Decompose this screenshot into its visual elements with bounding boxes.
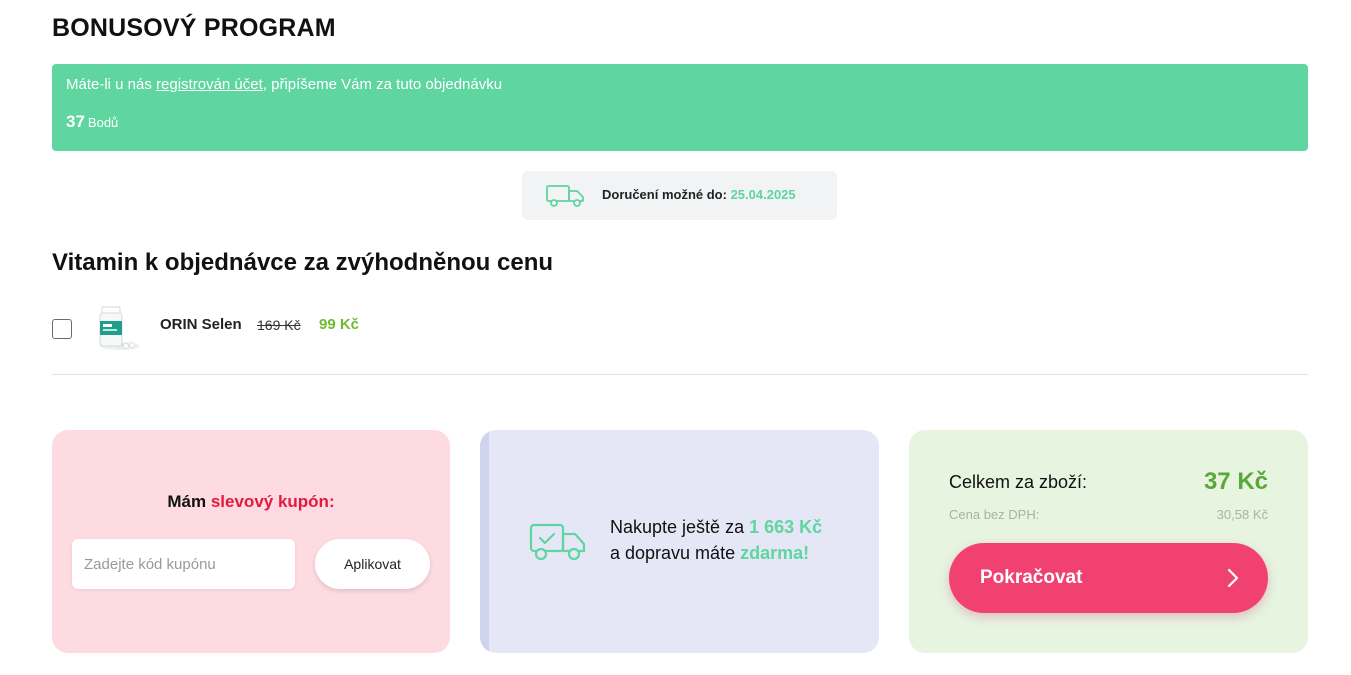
apply-coupon-button[interactable]: Aplikovat: [315, 539, 430, 589]
product-checkbox[interactable]: [52, 319, 72, 339]
product-image: [99, 306, 140, 350]
bonus-program-heading: BONUSOVÝ PROGRAM: [52, 14, 336, 42]
product-new-price: 99 Kč: [319, 316, 360, 333]
total-label: Celkem za zboží:: [949, 472, 1088, 492]
coupon-code-input[interactable]: [72, 539, 295, 589]
total-value: 37 Kč: [1203, 468, 1268, 495]
card-accent-stripe: [480, 430, 489, 653]
remaining-amount: 1 663 Kč: [749, 517, 823, 537]
chevron-right-icon: [1227, 568, 1239, 588]
upsell-heading: Vitamin k objednávce za zvýhodněnou cenu: [52, 249, 554, 276]
coupon-card: Mám slevový kupón: Aplikovat: [52, 430, 450, 653]
continue-label: Pokračovat: [980, 567, 1083, 588]
order-summary-card: Celkem za zboží: 37 Kč Cena bez DPH: 30,…: [909, 430, 1308, 653]
free-shipping-line2: a dopravu máte zdarma!: [610, 543, 810, 563]
net-price-label: Cena bez DPH:: [949, 507, 1040, 522]
bonus-message: Máte-li u nás registrován účet, připíšem…: [66, 76, 503, 93]
bonus-points-value: 37: [66, 112, 85, 131]
truck-icon: [546, 185, 584, 207]
truck-check-icon: [529, 523, 586, 561]
free-label: zdarma!: [740, 543, 810, 563]
free-shipping-line1: Nakupte ještě za 1 663 Kč: [610, 517, 823, 537]
free-shipping-card: Nakupte ještě za 1 663 Kč a dopravu máte…: [480, 430, 879, 653]
bonus-banner: Máte-li u nás registrován účet, připíšem…: [52, 64, 1308, 151]
bonus-points-unit: Bodů: [87, 115, 119, 130]
coupon-title: Mám slevový kupón:: [167, 492, 335, 511]
product-name: ORIN Selen: [160, 316, 242, 333]
product-old-price: 169 Kč: [257, 317, 301, 333]
net-price-value: 30,58 Kč: [1216, 507, 1268, 522]
delivery-info: Doručení možné do: 25.04.2025: [522, 171, 837, 220]
continue-button[interactable]: Pokračovat: [949, 543, 1268, 613]
register-account-link[interactable]: registrován účet: [156, 76, 263, 93]
bonus-points: 37 Bodů: [66, 112, 118, 132]
delivery-label: Doručení možné do:: [602, 187, 727, 202]
upsell-product-row: ORIN Selen 169 Kč 99 Kč: [52, 302, 1308, 362]
delivery-date: 25.04.2025: [730, 187, 796, 202]
section-divider: [52, 374, 1308, 375]
